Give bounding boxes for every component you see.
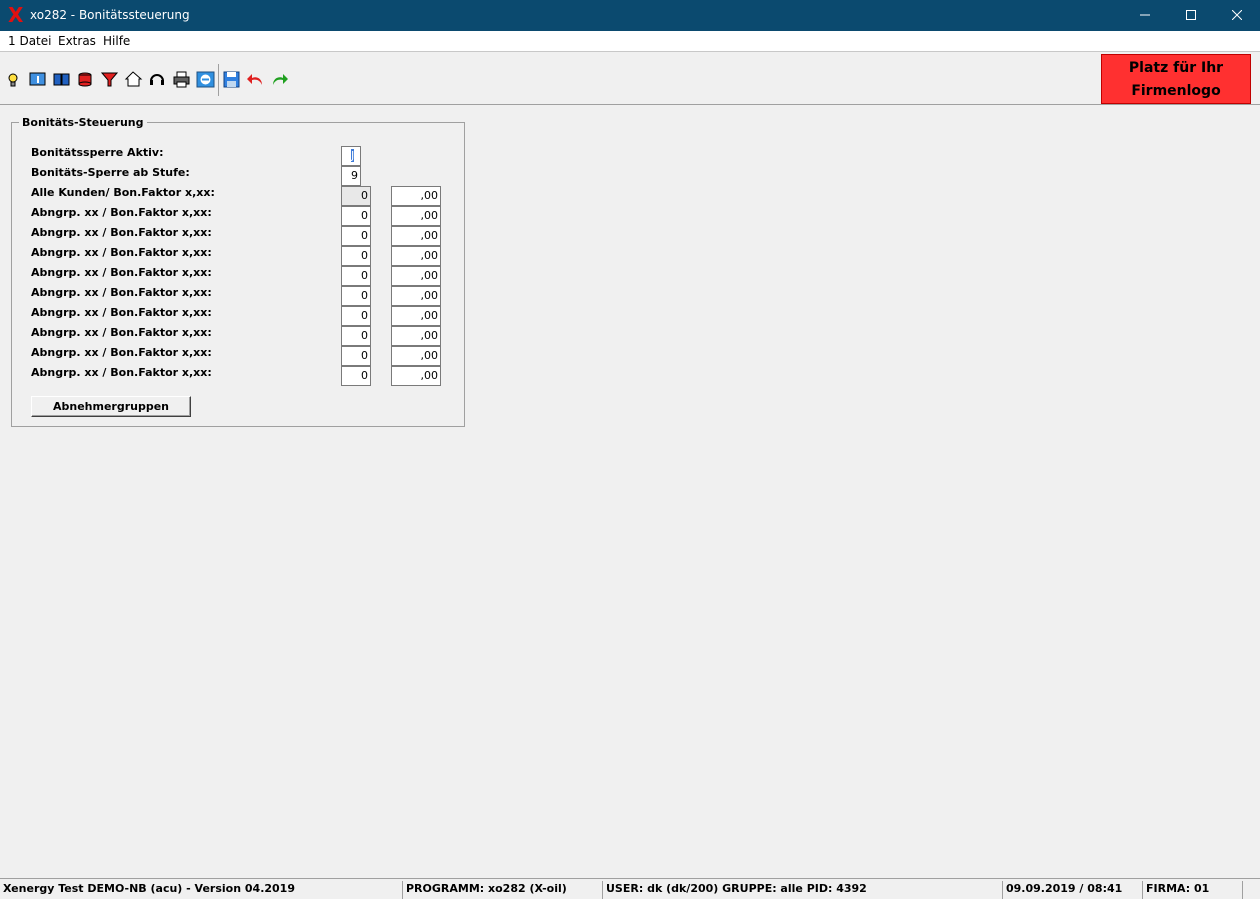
abngrp-value-field[interactable]: 0	[341, 326, 371, 346]
alle-kunden-factor-field[interactable]: ,00	[391, 186, 441, 206]
abngrp-value-field[interactable]: 0	[341, 246, 371, 266]
abngrp-factor-field[interactable]: ,00	[391, 226, 441, 246]
group-title: Bonitäts-Steuerung	[19, 116, 147, 129]
abngrp-value-field[interactable]: 0	[341, 226, 371, 246]
app-logo-icon: X	[8, 3, 24, 27]
logo-line-2: Firmenlogo	[1131, 83, 1221, 99]
window-title: xo282 - Bonitätssteuerung	[30, 8, 190, 22]
label-abngrp-7: Abngrp. xx / Bon.Faktor x,xx:	[31, 326, 212, 339]
sperre-ab-stufe-field[interactable]: 9	[341, 166, 361, 186]
label-abngrp-8: Abngrp. xx / Bon.Faktor x,xx:	[31, 346, 212, 359]
close-icon	[1232, 10, 1242, 20]
save-icon[interactable]	[222, 70, 242, 90]
label-abngrp-6: Abngrp. xx / Bon.Faktor x,xx:	[31, 306, 212, 319]
label-abngrp-5: Abngrp. xx / Bon.Faktor x,xx:	[31, 286, 212, 299]
label-abngrp-3: Abngrp. xx / Bon.Faktor x,xx:	[31, 246, 212, 259]
abngrp-value-field[interactable]: 0	[341, 266, 371, 286]
abngrp-factor-field[interactable]: ,00	[391, 206, 441, 226]
headset-icon[interactable]	[148, 70, 168, 90]
filter-icon[interactable]	[100, 70, 120, 90]
label-bonitaetssperre-aktiv: Bonitätssperre Aktiv:	[31, 146, 164, 159]
label-abngrp-4: Abngrp. xx / Bon.Faktor x,xx:	[31, 266, 212, 279]
minimize-button[interactable]	[1122, 0, 1168, 31]
maximize-icon	[1186, 10, 1196, 20]
title-bar: X xo282 - Bonitätssteuerung	[0, 0, 1260, 31]
label-abngrp-1: Abngrp. xx / Bon.Faktor x,xx:	[31, 206, 212, 219]
status-firma: FIRMA: 01	[1142, 881, 1242, 899]
info-icon[interactable]	[28, 70, 48, 90]
status-program: PROGRAMM: xo282 (X-oil)	[402, 881, 600, 899]
menu-hilfe[interactable]: Hilfe	[103, 34, 130, 48]
abngrp-factor-field[interactable]: ,00	[391, 286, 441, 306]
abnehmergruppen-button[interactable]: Abnehmergruppen	[31, 396, 191, 417]
toolbar-separator	[218, 64, 219, 96]
toolbar: Platz für Ihr Firmenlogo	[0, 51, 1260, 105]
abngrp-factor-field[interactable]: ,00	[391, 366, 441, 386]
label-abngrp-9: Abngrp. xx / Bon.Faktor x,xx:	[31, 366, 212, 379]
status-grip[interactable]	[1242, 881, 1260, 899]
abngrp-factor-field[interactable]: ,00	[391, 306, 441, 326]
abngrp-value-field[interactable]: 0	[341, 206, 371, 226]
lightbulb-icon[interactable]	[4, 70, 24, 90]
menu-datei[interactable]: 1 Datei	[8, 34, 51, 48]
status-user: USER: dk (dk/200) GRUPPE: alle PID: 4392	[602, 881, 1000, 899]
company-logo-placeholder: Platz für Ihr Firmenlogo	[1101, 54, 1251, 104]
database-icon[interactable]	[76, 70, 96, 90]
field-value: J	[351, 149, 355, 162]
status-datetime: 09.09.2019 / 08:41	[1002, 881, 1140, 899]
home-icon[interactable]	[124, 70, 144, 90]
label-sperre-ab-stufe: Bonitäts-Sperre ab Stufe:	[31, 166, 190, 179]
label-alle-kunden: Alle Kunden/ Bon.Faktor x,xx:	[31, 186, 215, 199]
abngrp-value-field[interactable]: 0	[341, 306, 371, 326]
status-system: Xenergy Test DEMO-NB (acu) - Version 04.…	[3, 882, 295, 895]
label-abngrp-2: Abngrp. xx / Bon.Faktor x,xx:	[31, 226, 212, 239]
abngrp-value-field[interactable]: 0	[341, 346, 371, 366]
abngrp-factor-field[interactable]: ,00	[391, 346, 441, 366]
menu-bar: 1 Datei Extras Hilfe	[0, 31, 1260, 51]
redo-icon[interactable]	[270, 70, 290, 90]
printer-icon[interactable]	[172, 70, 192, 90]
alle-kunden-value-field[interactable]: 0	[341, 186, 371, 206]
logo-line-1: Platz für Ihr	[1128, 60, 1224, 76]
close-button[interactable]	[1214, 0, 1260, 31]
maximize-button[interactable]	[1168, 0, 1214, 31]
abngrp-factor-field[interactable]: ,00	[391, 246, 441, 266]
book-icon[interactable]	[52, 70, 72, 90]
bonitaetssperre-aktiv-field[interactable]: J	[341, 146, 361, 166]
teamviewer-icon[interactable]	[196, 70, 216, 90]
abngrp-factor-field[interactable]: ,00	[391, 266, 441, 286]
minimize-icon	[1140, 14, 1150, 16]
abngrp-factor-field[interactable]: ,00	[391, 326, 441, 346]
menu-extras[interactable]: Extras	[58, 34, 96, 48]
abngrp-value-field[interactable]: 0	[341, 286, 371, 306]
status-bar: Xenergy Test DEMO-NB (acu) - Version 04.…	[0, 878, 1260, 899]
abngrp-value-field[interactable]: 0	[341, 366, 371, 386]
undo-icon[interactable]	[246, 70, 266, 90]
